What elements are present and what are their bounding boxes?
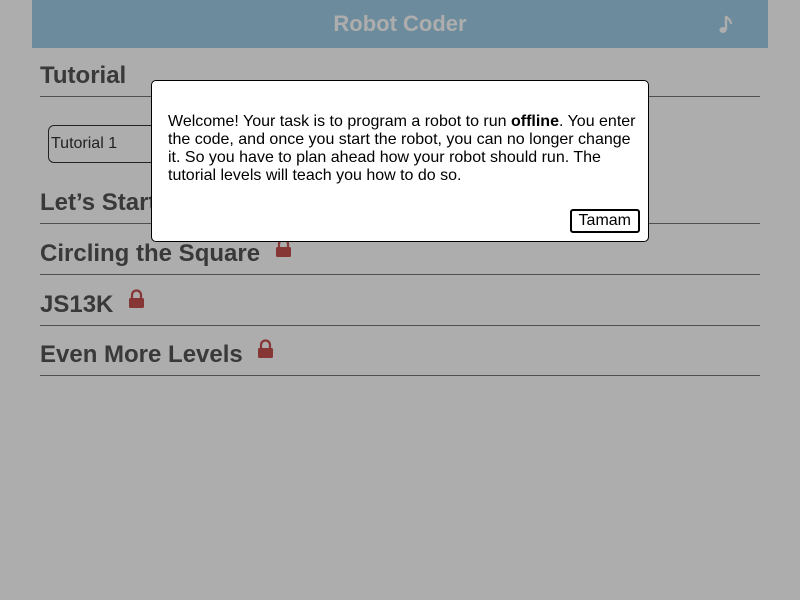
ok-button[interactable]: Tamam: [569, 209, 640, 233]
dialog-bold-word: offline: [510, 113, 559, 130]
dialog-message: Welcome! Your task is to program a robot…: [168, 113, 636, 184]
welcome-dialog: Welcome! Your task is to program a robot…: [151, 80, 649, 242]
